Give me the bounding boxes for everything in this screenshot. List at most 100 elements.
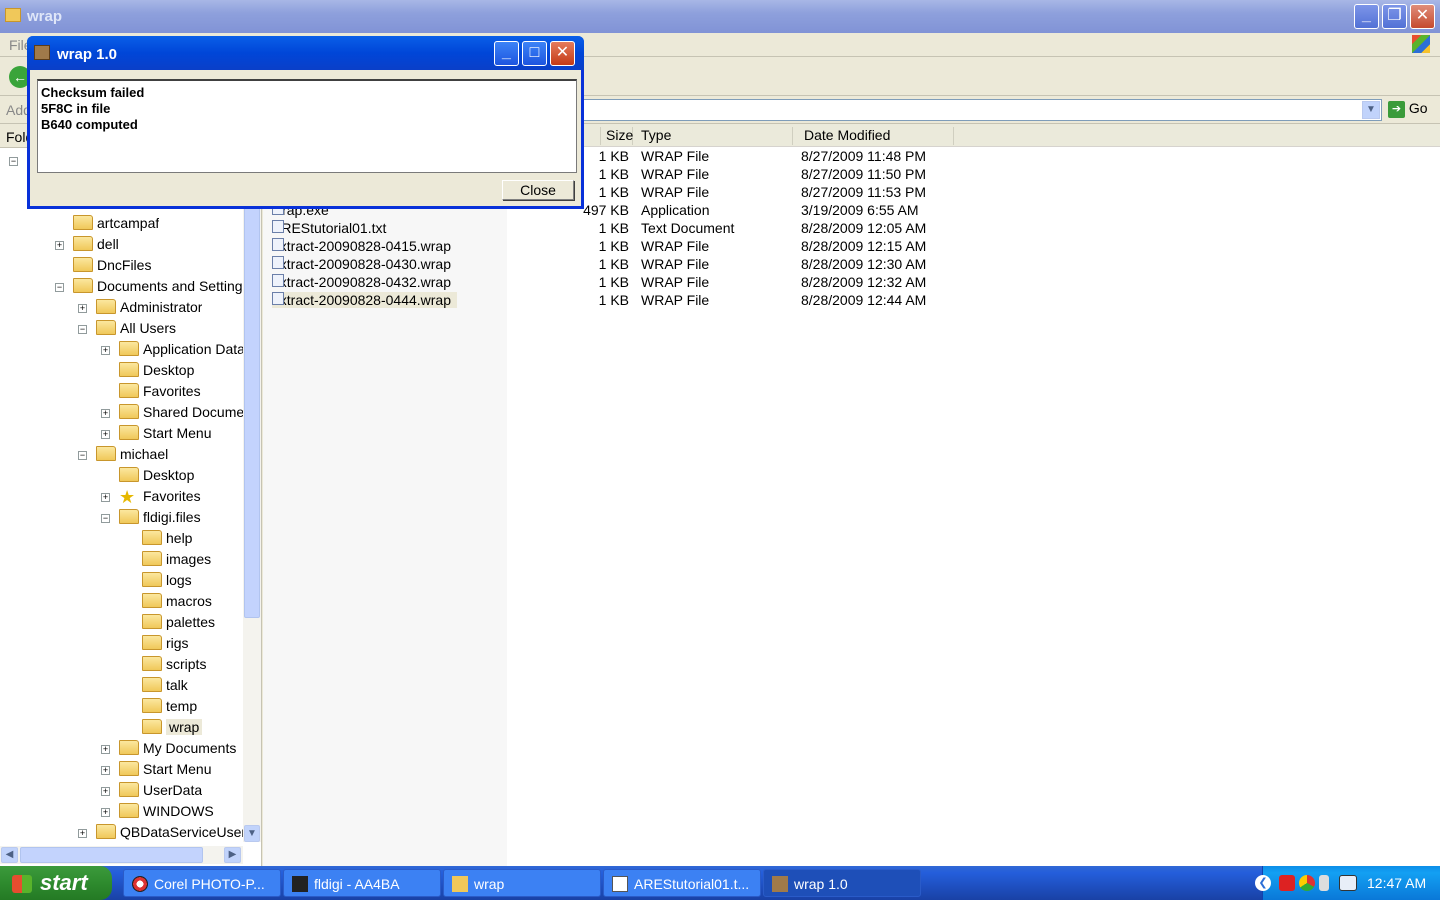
tree-item[interactable]: rigs [142,635,189,655]
tree-item[interactable]: fldigi.files [119,509,201,529]
tree-item[interactable]: Favorites [119,383,201,403]
file-row[interactable]: extract-20090828-0444.wrap 1 KB WRAP File 8… [263,292,963,310]
fldigi-icon [292,876,308,892]
tray-usb-icon[interactable] [1319,875,1329,891]
expand-icon[interactable]: + [78,304,87,313]
scrollbar-thumb[interactable] [244,148,260,618]
tree-item[interactable]: michael [96,446,168,466]
tree-horizontal-scrollbar[interactable]: ◀ ▶ [0,846,243,864]
tree-item[interactable]: palettes [142,614,215,634]
tree-vertical-scrollbar[interactable]: ▼ [243,148,261,842]
tree-item-label: Desktop [143,362,195,378]
tree-item[interactable]: Documents and Settings [73,278,243,298]
expand-icon[interactable]: + [101,787,110,796]
expand-icon[interactable]: + [78,829,87,838]
collapse-icon[interactable]: − [78,451,87,460]
tree-item-label: QBDataServiceUser17 [120,824,243,840]
expand-icon[interactable]: + [101,766,110,775]
tray-chrome-icon[interactable] [1299,875,1315,891]
scrollbar-thumb[interactable] [20,847,203,863]
tree-item[interactable]: UserData [119,782,202,802]
task-wrap-folder[interactable]: wrap [443,869,601,897]
file-size: 1 KB [598,148,629,164]
close-button[interactable]: ✕ [1410,4,1435,29]
dialog-title: wrap 1.0 [57,46,118,63]
tree-item[interactable]: My Documents [119,740,236,760]
file-date: 8/27/2009 11:48 PM [801,148,927,164]
start-button[interactable]: start [0,866,112,900]
corel-icon [132,876,148,892]
collapse-icon[interactable]: − [9,157,18,166]
tree-item[interactable]: temp [142,698,197,718]
tree-item[interactable]: Start Menu [119,761,211,781]
expand-icon[interactable]: + [101,745,110,754]
tree-item[interactable]: Application Data [119,341,243,361]
collapse-icon[interactable]: − [101,514,110,523]
task-corel[interactable]: Corel PHOTO-P... [123,869,281,897]
dialog-title-bar[interactable]: wrap 1.0 _ □ ✕ [27,36,584,70]
expand-icon[interactable]: + [101,346,110,355]
tree-item[interactable]: dell [73,236,119,256]
file-size: 1 KB [598,256,629,272]
tree-item-label: help [166,530,193,546]
tree-item[interactable]: QBDataServiceUser17 [96,824,243,844]
folder-icon [142,614,162,629]
tree-item[interactable]: DncFiles [73,257,151,277]
file-type: WRAP File [641,256,710,272]
collapse-icon[interactable]: − [78,325,87,334]
minimize-button[interactable]: _ [1354,4,1379,29]
expand-icon[interactable]: + [101,493,110,502]
tree-item[interactable]: scripts [142,656,206,676]
file-row[interactable]: AREStutorial01.txt 1 KB Text Document 8/28/… [263,220,963,238]
tree-item[interactable]: All Users [96,320,176,340]
dialog-close-button[interactable]: ✕ [550,41,575,66]
explorer-title-bar[interactable]: wrap _ ❐ ✕ [0,0,1440,33]
task-notepad[interactable]: AREStutorial01.t... [603,869,761,897]
tray-collapse-icon[interactable]: ❮ [1255,875,1271,891]
dialog-maximize-button[interactable]: □ [522,41,547,66]
expand-icon[interactable]: + [55,241,64,250]
expand-icon[interactable]: + [101,430,110,439]
tree-item[interactable]: Desktop [119,467,194,487]
chevron-down-icon[interactable]: ▼ [1362,101,1380,119]
scroll-down-icon[interactable]: ▼ [244,825,260,842]
tree-item[interactable]: images [142,551,211,571]
collapse-icon[interactable]: − [55,283,64,292]
file-row[interactable]: extract-20090828-0415.wrap 1 KB WRAP File 8… [263,238,963,256]
folder-icon [119,782,139,797]
expand-icon[interactable]: + [101,409,110,418]
tree-item[interactable]: artcampaf [73,215,159,235]
dialog-minimize-button[interactable]: _ [494,41,519,66]
tree-item[interactable]: wrap [142,719,203,739]
file-date: 8/28/2009 12:32 AM [801,274,927,290]
tree-item[interactable]: help [142,530,192,550]
file-name: extract-20090828-0415.wrap [272,238,457,254]
tree-item[interactable]: logs [142,572,192,592]
column-type[interactable]: Type [636,127,793,145]
restore-button[interactable]: ❐ [1382,4,1407,29]
tree-item[interactable]: Shared Documents [119,404,243,424]
tree-item[interactable]: Administrator [96,299,202,319]
tray-network-icon[interactable] [1339,875,1357,891]
task-fldigi[interactable]: fldigi - AA4BA [283,869,441,897]
tray-red-icon[interactable] [1279,875,1295,891]
go-button[interactable]: ➔ Go [1388,100,1438,120]
scroll-right-icon[interactable]: ▶ [224,847,241,863]
folder-icon [142,551,162,566]
tree-item[interactable]: Desktop [119,362,194,382]
file-type: Text Document [641,220,735,236]
column-date-modified[interactable]: Date Modified [797,127,954,145]
file-row[interactable]: extract-20090828-0432.wrap 1 KB WRAP File 8… [263,274,963,292]
task-wrap-dialog[interactable]: wrap 1.0 [763,869,921,897]
file-row[interactable]: extract-20090828-0430.wrap 1 KB WRAP File 8… [263,256,963,274]
window-title: wrap [27,8,63,25]
tree-item[interactable]: macros [142,593,212,613]
dialog-close-text-button[interactable]: Close [502,180,574,200]
column-size[interactable]: Size [601,127,633,145]
tree-item[interactable]: talk [142,677,188,697]
tree-item[interactable]: Start Menu [119,425,211,445]
tree-item[interactable]: ★ Favorites [119,488,201,508]
tree-item[interactable]: WINDOWS [119,803,214,823]
scroll-left-icon[interactable]: ◀ [1,847,18,863]
expand-icon[interactable]: + [101,808,110,817]
